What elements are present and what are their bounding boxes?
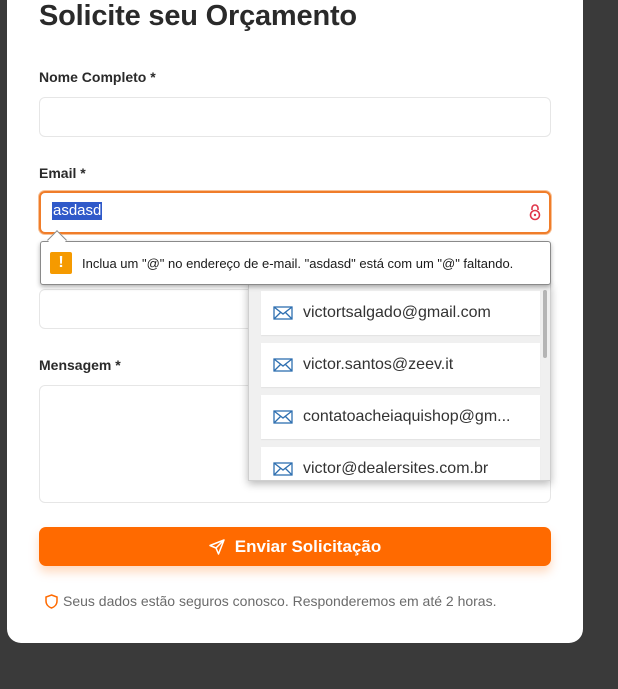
name-label: Nome Completo * (39, 69, 156, 85)
submit-button[interactable]: Enviar Solicitação (39, 527, 551, 566)
send-icon (209, 538, 225, 555)
email-field[interactable]: asdasd (39, 191, 551, 234)
envelope-icon (273, 358, 293, 372)
email-value: asdasd (52, 202, 103, 220)
email-label: Email * (39, 165, 86, 181)
envelope-icon (273, 410, 293, 424)
dropdown-scrollbar[interactable] (543, 290, 547, 358)
validation-message: Inclua um "@" no endereço de e-mail. "as… (82, 255, 514, 271)
envelope-icon (273, 306, 293, 320)
page-title: Solicite seu Orçamento (39, 0, 357, 32)
autocomplete-item[interactable]: victor@dealersites.com.br (261, 447, 540, 480)
autocomplete-item[interactable]: victortsalgado@gmail.com (261, 291, 540, 335)
validation-tooltip: ! Inclua um "@" no endereço de e-mail. "… (40, 241, 551, 285)
password-lock-icon[interactable] (529, 203, 541, 226)
shield-icon (45, 593, 58, 609)
message-label: Mensagem * (39, 357, 121, 373)
envelope-icon (273, 462, 293, 476)
submit-label: Enviar Solicitação (234, 536, 382, 556)
autocomplete-item[interactable]: contatoacheiaquishop@gm... (261, 395, 540, 439)
autocomplete-item[interactable]: victor.santos@zeev.it (261, 343, 540, 387)
privacy-note-text: Seus dados estão seguros conosco. Respon… (63, 593, 497, 609)
name-field[interactable] (39, 97, 551, 137)
privacy-note: Seus dados estão seguros conosco. Respon… (45, 593, 496, 609)
email-autocomplete-dropdown[interactable]: victortsalgado@gmail.com victor.santos@z… (248, 283, 551, 481)
warning-icon: ! (50, 252, 72, 274)
